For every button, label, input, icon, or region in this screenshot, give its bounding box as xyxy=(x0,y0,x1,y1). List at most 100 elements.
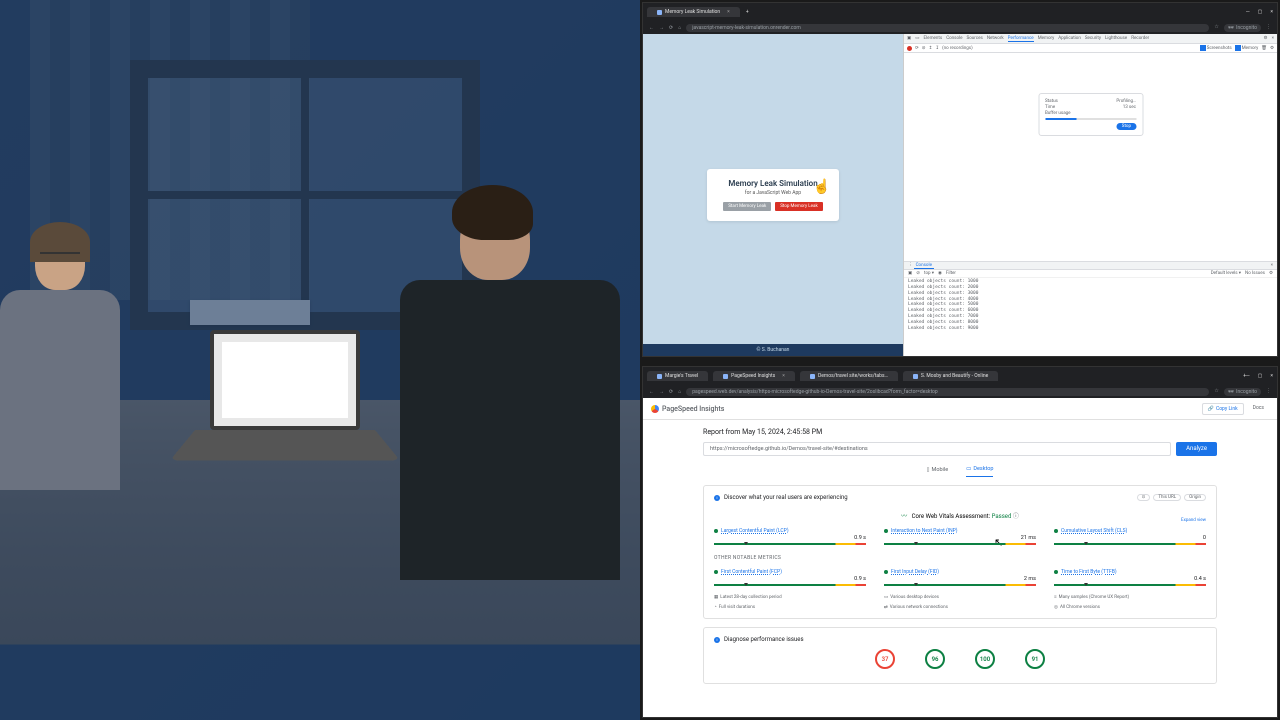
memory-check[interactable]: Memory xyxy=(1235,45,1259,51)
drawer-icon[interactable]: ⋮ xyxy=(908,263,913,268)
desktop-tab[interactable]: ▭Desktop xyxy=(966,466,993,477)
menu-icon[interactable]: ⋮ xyxy=(1266,388,1271,396)
dt-close-icon[interactable]: × xyxy=(1272,36,1274,41)
docs-link[interactable]: Docs xyxy=(1248,403,1269,415)
profiling-card: StatusProfiling… Time13 sec Buffer usage… xyxy=(1038,93,1143,136)
metric-ttfb: Time to First Byte (TTFB)0.4 s xyxy=(1054,569,1206,586)
info-icon[interactable]: ⓘ xyxy=(1013,513,1019,520)
nav-forward-icon[interactable]: → xyxy=(659,389,664,395)
diagnose-section: i Diagnose performance issues 37 96 100 … xyxy=(703,627,1217,684)
dt-settings-icon[interactable]: ⚙ xyxy=(1264,36,1268,41)
origin-pill[interactable]: Origin xyxy=(1184,494,1206,501)
bookmark-icon[interactable]: ☆ xyxy=(1214,24,1218,32)
expand-view-link[interactable]: Expand view xyxy=(1181,518,1206,523)
browser-tab[interactable]: PageSpeed Insights × xyxy=(713,371,795,381)
maximize-button[interactable]: ▢ xyxy=(1258,9,1263,15)
tab-title: S. Mosby and Beautify - Online xyxy=(921,373,988,379)
tab-title: PageSpeed Insights xyxy=(731,373,775,379)
dt-tab-elements[interactable]: Elements xyxy=(924,36,943,41)
psi-logo-icon xyxy=(651,405,659,413)
device-icon[interactable]: ▭ xyxy=(915,36,919,41)
hero-photo xyxy=(0,0,640,720)
screenshots-check[interactable]: Screenshots xyxy=(1200,45,1232,51)
time-label: Time xyxy=(1045,105,1055,110)
inspect-icon[interactable]: ▣ xyxy=(907,36,911,41)
dt-tab-performance[interactable]: Performance xyxy=(1008,36,1034,42)
titlebar: Margie's Travel PageSpeed Insights × Demo… xyxy=(643,367,1277,385)
analyze-button[interactable]: Analyze xyxy=(1176,442,1217,456)
metric-inp: Interaction to Next Paint (INP)21 ms xyxy=(884,528,1036,545)
nav-forward-icon[interactable]: → xyxy=(659,25,664,31)
titlebar: Memory Leak Simulation × + ─ ▢ × xyxy=(643,3,1277,21)
score-performance[interactable]: 37 xyxy=(875,649,895,669)
nav-reload-icon[interactable]: ⟳ xyxy=(669,25,673,31)
thisurl-pill[interactable]: This URL xyxy=(1153,494,1181,501)
nav-reload-icon[interactable]: ⟳ xyxy=(669,389,673,395)
nav-back-icon[interactable]: ← xyxy=(649,25,654,31)
console-panel: ⋮ Console × ▣ ⊘ top ▾ ◉ Filter Default l… xyxy=(904,261,1277,356)
close-button[interactable]: × xyxy=(1270,373,1273,379)
maximize-button[interactable]: ▢ xyxy=(1258,373,1263,379)
trash-icon[interactable]: 🗑 xyxy=(1261,46,1267,51)
analyze-url-input[interactable]: https://microsoftedge.github.io/Demos/tr… xyxy=(703,442,1171,456)
levels-select[interactable]: Default levels ▾ xyxy=(1211,271,1241,276)
tab-title: Memory Leak Simulation xyxy=(665,9,720,15)
console-settings-icon[interactable]: ⚙ xyxy=(1269,271,1273,276)
browser-tab[interactable]: Demos/travel site/works/tabs… xyxy=(800,371,898,381)
stop-leak-button[interactable]: Stop Memory Leak xyxy=(775,202,823,211)
save-icon[interactable]: ↧ xyxy=(935,46,939,51)
console-close-icon[interactable]: × xyxy=(1271,263,1273,268)
dt-tab-sources[interactable]: Sources xyxy=(967,36,983,41)
console-tab[interactable]: Console xyxy=(914,263,934,269)
context-icon[interactable]: ▣ xyxy=(908,271,912,276)
copy-link-button[interactable]: 🔗Copy Link xyxy=(1202,403,1244,415)
nav-home-icon[interactable]: ⌂ xyxy=(678,25,681,31)
tab-close-icon[interactable]: × xyxy=(782,373,785,379)
score-rings: 37 96 100 91 xyxy=(714,649,1206,669)
reload-rec-icon[interactable]: ⟳ xyxy=(915,46,919,51)
tab-title: Margie's Travel xyxy=(665,373,698,379)
nav-home-icon[interactable]: ⌂ xyxy=(678,389,681,395)
metric-lcp: Largest Contentful Paint (LCP)0.9 s xyxy=(714,528,866,545)
browser-tab[interactable]: S. Mosby and Beautify - Online xyxy=(903,371,998,381)
load-icon[interactable]: ↥ xyxy=(929,46,933,51)
minimize-button[interactable]: ─ xyxy=(1246,373,1250,379)
dt-tab-lighthouse[interactable]: Lighthouse xyxy=(1105,36,1127,41)
close-button[interactable]: × xyxy=(1270,9,1273,15)
url-input[interactable]: javascript-memory-leak-simulation.onrend… xyxy=(686,24,1209,32)
dt-tab-application[interactable]: Application xyxy=(1058,36,1081,41)
bookmark-icon[interactable]: ☆ xyxy=(1214,388,1218,396)
score-seo[interactable]: 91 xyxy=(1025,649,1045,669)
clear-console-icon[interactable]: ⊘ xyxy=(916,271,920,276)
tab-favicon-icon xyxy=(657,374,662,379)
context-select[interactable]: top ▾ xyxy=(924,271,934,276)
dt-tab-console[interactable]: Console xyxy=(946,36,962,41)
score-best-practices[interactable]: 100 xyxy=(975,649,995,669)
other-metrics-heading: OTHER NOTABLE METRICS xyxy=(714,555,1206,561)
mobile-tab[interactable]: ▯Mobile xyxy=(927,466,949,477)
clear-icon[interactable]: ⊘ xyxy=(922,46,926,51)
eye-icon[interactable]: ◉ xyxy=(938,271,942,276)
calendar-icon: ▦ xyxy=(714,595,718,600)
start-leak-button[interactable]: Start Memory Leak xyxy=(723,202,771,211)
dt-tab-memory[interactable]: Memory xyxy=(1038,36,1055,41)
url-input[interactable]: pagespeed.web.dev/analysis/https-microso… xyxy=(686,388,1209,396)
record-icon[interactable] xyxy=(907,46,912,51)
page-viewport: Memory Leak Simulation for a JavaScript … xyxy=(643,34,903,356)
dt-tab-network[interactable]: Network xyxy=(987,36,1004,41)
browser-tab[interactable]: Memory Leak Simulation × xyxy=(647,7,740,17)
gear-icon[interactable]: ⚙ xyxy=(1270,46,1274,51)
tab-close-icon[interactable]: × xyxy=(727,9,730,15)
minimize-button[interactable]: ─ xyxy=(1246,9,1250,15)
assessment-result: Passed xyxy=(992,513,1012,520)
nav-back-icon[interactable]: ← xyxy=(649,389,654,395)
dt-tab-recorder[interactable]: Recorder xyxy=(1131,36,1149,41)
menu-icon[interactable]: ⋮ xyxy=(1266,24,1271,32)
score-accessibility[interactable]: 96 xyxy=(925,649,945,669)
page-title: Memory Leak Simulation xyxy=(723,179,823,188)
dt-tab-security[interactable]: Security xyxy=(1085,36,1101,41)
stop-profiling-button[interactable]: Stop xyxy=(1117,123,1136,130)
browser-tab[interactable]: Margie's Travel xyxy=(647,371,708,381)
new-tab-button[interactable]: + xyxy=(746,9,749,15)
filter-input[interactable]: Filter xyxy=(946,271,956,276)
